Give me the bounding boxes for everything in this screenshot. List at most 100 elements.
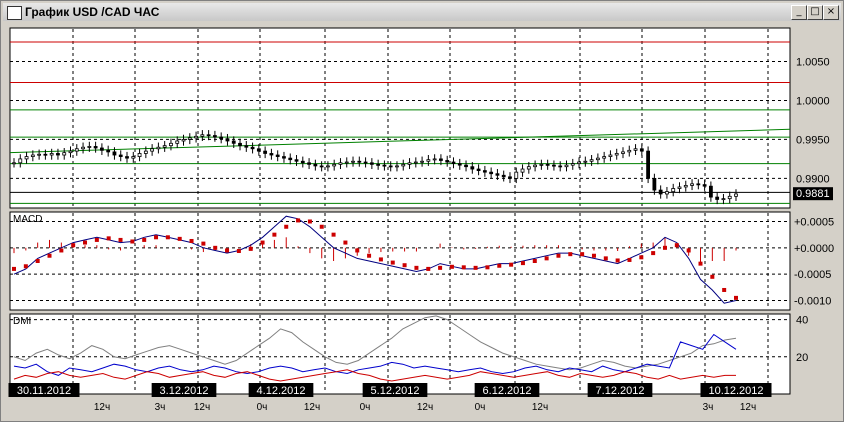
macd-signal-point xyxy=(556,253,561,258)
candle-body xyxy=(633,148,638,151)
macd-signal-point xyxy=(94,237,99,242)
macd-signal-point xyxy=(236,248,241,253)
candle-body xyxy=(225,138,230,142)
candle-body xyxy=(332,163,337,167)
candle-body xyxy=(238,142,242,147)
close-button[interactable]: × xyxy=(823,5,839,20)
minimize-button[interactable]: _ xyxy=(791,5,807,20)
candle-body xyxy=(150,148,155,152)
macd-signal-point xyxy=(520,261,525,266)
candle-body xyxy=(376,163,381,166)
macd-signal-point xyxy=(722,287,727,292)
macd-signal-point xyxy=(603,256,608,261)
candle-body xyxy=(12,162,16,165)
candle-body xyxy=(18,158,23,164)
candle-body xyxy=(439,158,443,161)
candle-body xyxy=(156,146,161,150)
macd-signal-point xyxy=(698,261,703,266)
macd-signal-point xyxy=(319,224,324,229)
current-price-label: 0.9881 xyxy=(796,188,830,200)
macd-panel xyxy=(9,211,791,311)
price-tick-label: 0.9900 xyxy=(796,173,830,185)
macd-signal-point xyxy=(248,246,253,251)
candle-body xyxy=(231,140,236,144)
dmi-panel xyxy=(9,313,791,395)
candle-body xyxy=(677,186,682,189)
macd-signal-point xyxy=(177,236,182,241)
dmi-tick-label: 40 xyxy=(796,315,808,327)
chart-app-icon xyxy=(7,6,22,20)
candle-body xyxy=(457,163,462,166)
candle-body xyxy=(37,153,42,156)
candle-body xyxy=(514,171,519,179)
candle-body xyxy=(508,176,512,179)
price-tick-label: 0.9950 xyxy=(796,134,830,146)
candle-body xyxy=(646,150,651,179)
candle-body xyxy=(608,154,613,157)
macd-signal-point xyxy=(154,235,159,240)
candle-body xyxy=(194,135,198,139)
macd-signal-point xyxy=(296,218,301,223)
candle-body xyxy=(187,137,192,140)
macd-signal-point xyxy=(591,253,596,258)
macd-signal-point xyxy=(118,237,123,242)
macd-tick-label: -0.0010 xyxy=(794,296,831,308)
hour-label: 0ч xyxy=(257,402,268,413)
candle-body xyxy=(106,149,111,153)
candle-body xyxy=(112,151,117,156)
candle-body xyxy=(326,165,330,168)
candle-body xyxy=(344,161,349,164)
hour-label: 12ч xyxy=(304,402,320,413)
candle-body xyxy=(319,165,324,168)
maximize-button[interactable]: □ xyxy=(807,5,823,20)
macd-signal-point xyxy=(307,219,312,224)
macd-signal-point xyxy=(83,240,88,245)
candle-body xyxy=(533,164,537,168)
chart-canvas[interactable]: 1.0050 1.0000 0.9950 0.9900 0.9881 +0.0005 +0.… xyxy=(0,20,844,422)
macd-signal-point xyxy=(130,239,135,244)
candle-body xyxy=(595,157,600,161)
macd-signal-point xyxy=(686,248,691,253)
candle-body xyxy=(401,163,406,167)
date-label: 4.12.2012 xyxy=(257,385,306,397)
candle-body xyxy=(658,189,663,195)
title-bar[interactable]: График USD /CAD ЧАС _ □ × xyxy=(3,3,841,21)
candle-body xyxy=(501,174,506,178)
macd-signal-point xyxy=(165,235,170,240)
candle-body xyxy=(200,134,205,137)
candle-body xyxy=(313,163,318,167)
candle-body xyxy=(564,164,569,168)
candle-body xyxy=(539,163,544,166)
candle-body xyxy=(175,140,180,144)
candle-body xyxy=(476,168,481,171)
candle-body xyxy=(143,150,148,154)
macd-signal-point xyxy=(734,295,738,300)
macd-signal-point xyxy=(568,252,573,257)
macd-signal-point xyxy=(272,232,277,237)
window-title: График USD /CAD ЧАС xyxy=(25,5,160,19)
dmi-panel-title: DMI xyxy=(13,316,31,327)
candle-body xyxy=(602,156,607,159)
hour-label: 0ч xyxy=(475,402,486,413)
candle-body xyxy=(464,164,468,168)
candle-body xyxy=(727,195,732,200)
candle-body xyxy=(652,177,657,191)
candle-body xyxy=(357,160,362,163)
candle-body xyxy=(413,161,418,164)
candle-body xyxy=(288,157,293,161)
macd-signal-point xyxy=(225,248,230,253)
price-panel xyxy=(9,27,791,209)
candle-body xyxy=(363,161,368,164)
candle-body xyxy=(708,185,713,198)
candle-body xyxy=(426,159,431,162)
candle-body xyxy=(451,161,456,164)
candle-body xyxy=(206,134,211,137)
candle-body xyxy=(627,149,632,153)
candle-body xyxy=(696,183,701,186)
macd-signal-point xyxy=(615,258,620,263)
hour-label: 12ч xyxy=(740,402,756,413)
candle-body xyxy=(614,153,619,156)
macd-signal-point xyxy=(509,262,514,267)
date-label: 10.12.2012 xyxy=(708,385,763,397)
hour-label: 12ч xyxy=(532,402,548,413)
